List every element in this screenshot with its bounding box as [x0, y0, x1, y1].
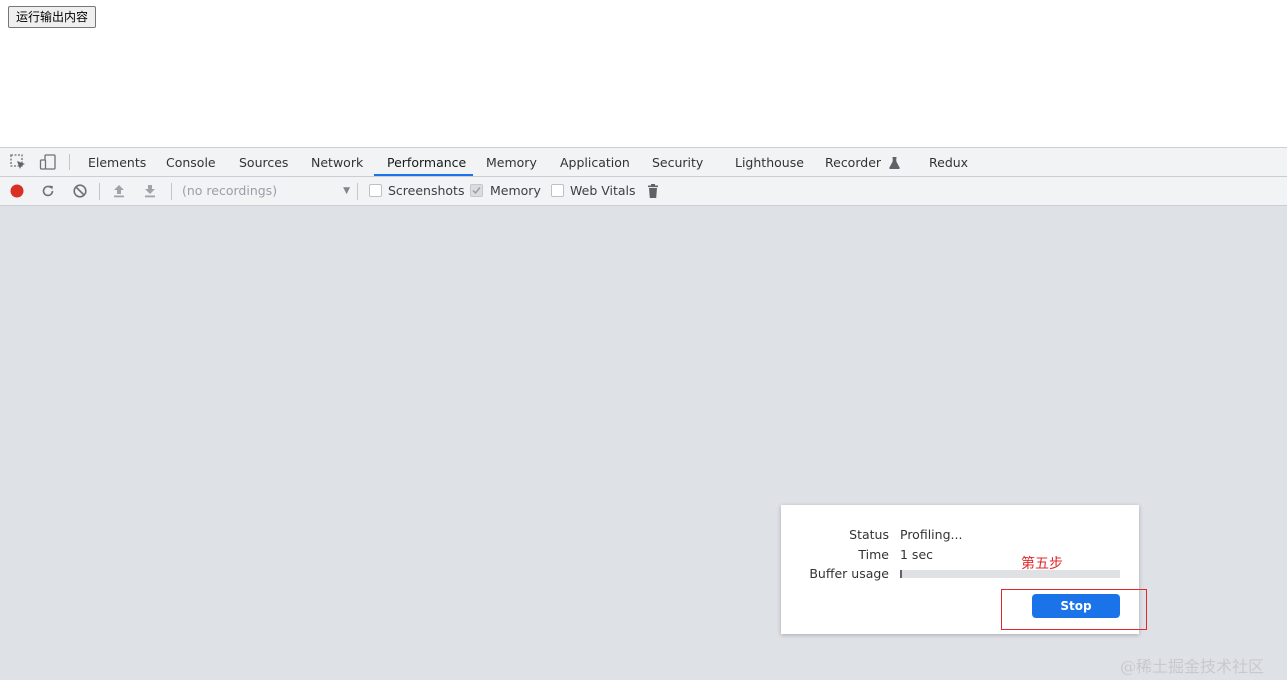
page-content: 运行输出内容 — [0, 0, 1287, 147]
step-annotation-label: 第五步 — [1021, 556, 1063, 572]
tab-recorder[interactable]: Recorder — [825, 148, 900, 177]
memory-checkbox[interactable] — [470, 184, 483, 197]
inspect-element-icon[interactable] — [9, 153, 27, 171]
buffer-usage-fill — [900, 570, 902, 578]
status-value: Profiling... — [900, 527, 963, 542]
device-toolbar-icon[interactable] — [39, 153, 57, 171]
time-value: 1 sec — [900, 547, 934, 562]
performance-toolbar: (no recordings) ▼ Screenshots Memory Web… — [0, 177, 1287, 206]
toolbar-separator — [357, 183, 358, 200]
experiment-flask-icon — [889, 157, 900, 169]
tab-sources[interactable]: Sources — [239, 148, 288, 177]
clear-icon[interactable] — [72, 183, 88, 199]
tab-application[interactable]: Application — [560, 148, 630, 177]
screenshots-checkbox[interactable] — [369, 184, 382, 197]
tab-memory[interactable]: Memory — [486, 148, 537, 177]
active-tab-indicator — [374, 174, 473, 176]
run-output-button[interactable]: 运行输出内容 — [8, 6, 97, 28]
dropdown-arrow-icon: ▼ — [343, 186, 350, 196]
web-vitals-label[interactable]: Web Vitals — [570, 177, 636, 205]
toolbar-separator — [99, 183, 100, 200]
buffer-usage-label: Buffer usage — [809, 566, 889, 581]
screenshots-label[interactable]: Screenshots — [388, 177, 464, 205]
checkmark-icon — [472, 187, 481, 195]
tab-network[interactable]: Network — [311, 148, 363, 177]
time-label: Time — [858, 547, 889, 562]
memory-label[interactable]: Memory — [490, 177, 541, 205]
tab-elements[interactable]: Elements — [88, 148, 146, 177]
watermark: @稀土掘金技术社区 — [1120, 657, 1265, 676]
tab-performance[interactable]: Performance — [387, 148, 466, 177]
tab-redux[interactable]: Redux — [929, 148, 968, 177]
recordings-select[interactable]: (no recordings) ▼ — [182, 177, 352, 205]
tab-recorder-label: Recorder — [825, 155, 882, 170]
web-vitals-checkbox[interactable] — [551, 184, 564, 197]
tab-security[interactable]: Security — [652, 148, 703, 177]
tabbar-separator — [69, 154, 70, 170]
save-profile-icon[interactable] — [142, 183, 158, 199]
tab-lighthouse[interactable]: Lighthouse — [735, 148, 804, 177]
toolbar-separator — [171, 183, 172, 200]
reload-profile-icon[interactable] — [40, 183, 56, 199]
step-annotation-box — [1001, 589, 1147, 630]
record-icon[interactable] — [9, 183, 25, 199]
tab-console[interactable]: Console — [166, 148, 216, 177]
devtools-tabbar: Elements Console Sources Network Perform… — [0, 147, 1287, 177]
recordings-select-value: (no recordings) — [182, 183, 278, 198]
garbage-collect-icon[interactable] — [645, 183, 661, 199]
load-profile-icon[interactable] — [111, 183, 127, 199]
buffer-usage-bar — [900, 570, 1120, 578]
status-label: Status — [849, 527, 889, 542]
